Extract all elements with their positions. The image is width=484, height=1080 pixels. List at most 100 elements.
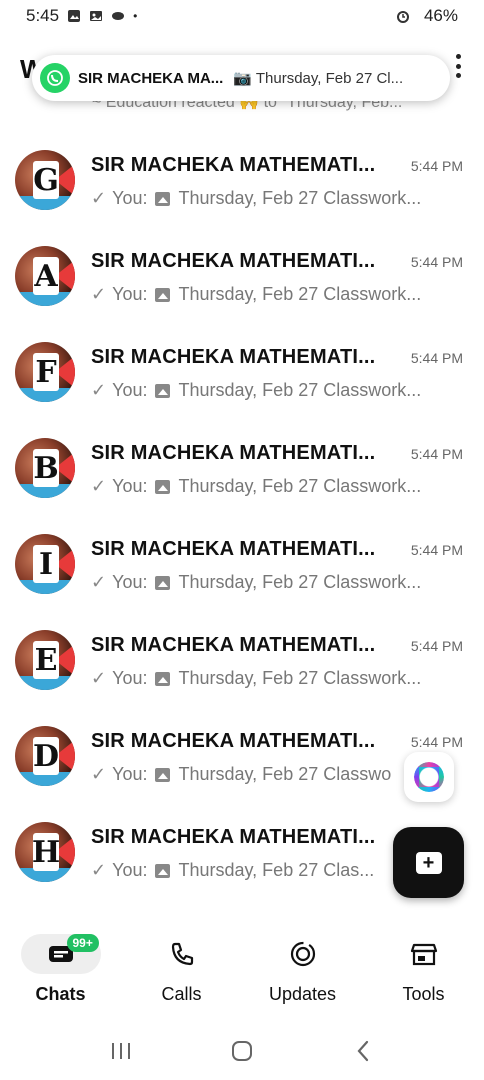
chat-row[interactable]: A SIR MACHEKA MATHEMATI... 5:44 PM ✓ You… — [0, 230, 484, 326]
battery-percent: 46% — [423, 6, 458, 25]
avatar[interactable]: A — [15, 246, 75, 306]
bottom-nav: 99+ Chats Calls Updates Tools — [0, 928, 484, 1018]
back-icon — [357, 1040, 369, 1062]
gallery-icon — [68, 10, 81, 22]
alarm-icon — [396, 11, 409, 23]
preview-text: Thursday, Feb 27 Classwork... — [178, 476, 422, 496]
chat-row[interactable]: F SIR MACHEKA MATHEMATI... 5:44 PM ✓ You… — [0, 326, 484, 422]
sender-label: You: — [112, 284, 148, 304]
store-icon — [410, 943, 437, 966]
avatar-letter: B — [33, 449, 59, 487]
unread-badge: 99+ — [66, 934, 99, 952]
sent-check-icon: ✓ — [91, 284, 107, 304]
sent-check-icon: ✓ — [91, 380, 107, 400]
image-icon — [155, 863, 171, 878]
image-icon — [155, 191, 171, 206]
chat-name: SIR MACHEKA MATHEMATI... — [91, 730, 376, 752]
preview-text: Thursday, Feb 27 Classwork... — [178, 284, 422, 304]
new-chat-button[interactable]: + — [393, 827, 464, 898]
chat-row[interactable]: B SIR MACHEKA MATHEMATI... 5:44 PM ✓ You… — [0, 422, 484, 518]
chat-preview: ✓ You: Thursday, Feb 27 Classwork... — [91, 476, 439, 497]
avatar[interactable]: I — [15, 534, 75, 594]
more-options-icon[interactable] — [454, 54, 462, 78]
avatar[interactable]: G — [15, 150, 75, 210]
image-icon — [155, 671, 171, 686]
meta-ai-icon — [414, 762, 444, 792]
notification-text: 📷 Thursday, Feb 27 Cl... — [233, 70, 404, 87]
chat-name: SIR MACHEKA MATHEMATI... — [91, 538, 376, 560]
preview-text: Thursday, Feb 27 Classwo — [178, 764, 392, 784]
sender-label: You: — [112, 476, 148, 496]
nav-chats[interactable]: 99+ Chats — [0, 928, 121, 1018]
chat-time: 5:44 PM — [410, 350, 463, 366]
image-icon — [155, 575, 171, 590]
avatar-letter: D — [33, 737, 60, 775]
sender-label: You: — [112, 764, 148, 784]
new-chat-icon: + — [415, 851, 442, 874]
chat-preview: ✓ You: Thursday, Feb 27 Classwork... — [91, 572, 439, 593]
chat-name: SIR MACHEKA MATHEMATI... — [91, 826, 376, 848]
status-time: 5:45 — [26, 6, 60, 25]
sender-label: You: — [112, 188, 148, 208]
nav-updates[interactable]: Updates — [242, 928, 363, 1018]
recent-apps-button[interactable] — [101, 1036, 141, 1066]
image-icon — [155, 287, 171, 302]
notification-title: SIR MACHEKA MA... — [78, 69, 224, 87]
chat-row[interactable]: G SIR MACHEKA MATHEMATI... 5:44 PM ✓ You… — [0, 134, 484, 230]
sender-label: You: — [112, 572, 148, 592]
sender-label: You: — [112, 668, 148, 688]
image-icon — [155, 767, 171, 782]
photo-icon — [90, 11, 103, 21]
avatar-letter: E — [33, 641, 59, 679]
nav-label: Tools — [402, 984, 445, 1004]
preview-text: Thursday, Feb 27 Classwork... — [178, 188, 422, 208]
chat-time: 5:44 PM — [410, 446, 463, 462]
chat-preview: ✓ You: Thursday, Feb 27 Classwork... — [91, 188, 439, 209]
home-button[interactable] — [222, 1036, 262, 1066]
avatar[interactable]: E — [15, 630, 75, 690]
sender-label: You: — [112, 860, 148, 880]
chat-name: SIR MACHEKA MATHEMATI... — [91, 634, 376, 656]
nav-tools[interactable]: Tools — [363, 928, 484, 1018]
chat-name: SIR MACHEKA MATHEMATI... — [91, 250, 376, 272]
sent-check-icon: ✓ — [91, 668, 107, 688]
nav-label: Chats — [35, 984, 86, 1004]
status-bar: 5:45 • 46% — [0, 0, 484, 32]
chat-row[interactable]: E SIR MACHEKA MATHEMATI... 5:44 PM ✓ You… — [0, 614, 484, 710]
chat-preview: ✓ You: Thursday, Feb 27 Classwork... — [91, 668, 439, 689]
nav-label: Calls — [161, 984, 202, 1004]
avatar[interactable]: D — [15, 726, 75, 786]
chat-name: SIR MACHEKA MATHEMATI... — [91, 154, 376, 176]
chat-time: 5:44 PM — [410, 638, 463, 654]
preview-text: Thursday, Feb 27 Classwork... — [178, 380, 422, 400]
preview-text: Thursday, Feb 27 Classwork... — [178, 668, 422, 688]
preview-text: Thursday, Feb 27 Classwork... — [178, 572, 422, 592]
avatar[interactable]: F — [15, 342, 75, 402]
whatsapp-icon — [40, 63, 70, 93]
meta-ai-button[interactable] — [404, 752, 454, 802]
sent-check-icon: ✓ — [91, 572, 107, 592]
avatar[interactable]: H — [15, 822, 75, 882]
sender-label: You: — [112, 380, 148, 400]
avatar-letter: G — [33, 161, 59, 199]
home-icon — [231, 1041, 252, 1061]
avatar-letter: A — [33, 257, 59, 295]
avatar[interactable]: B — [15, 438, 75, 498]
chat-name: SIR MACHEKA MATHEMATI... — [91, 346, 376, 368]
more-dot-icon: • — [133, 9, 138, 23]
chat-time: 5:44 PM — [410, 542, 463, 558]
chat-row[interactable]: I SIR MACHEKA MATHEMATI... 5:44 PM ✓ You… — [0, 518, 484, 614]
avatar-letter: H — [31, 833, 61, 871]
heads-up-notification[interactable]: SIR MACHEKA MA... 📷 Thursday, Feb 27 Cl.… — [32, 55, 450, 101]
leaf-icon — [112, 12, 125, 20]
back-button[interactable] — [343, 1036, 383, 1066]
system-nav-bar — [0, 1030, 484, 1072]
avatar-letter: F — [33, 353, 59, 391]
chat-preview: ✓ You: Thursday, Feb 27 Classwo — [91, 764, 439, 785]
chat-preview: ✓ You: Thursday, Feb 27 Clas... — [91, 860, 439, 881]
nav-calls[interactable]: Calls — [121, 928, 242, 1018]
sent-check-icon: ✓ — [91, 764, 107, 784]
sent-check-icon: ✓ — [91, 476, 107, 496]
chat-preview: ✓ You: Thursday, Feb 27 Classwork... — [91, 380, 439, 401]
chat-time: 5:44 PM — [410, 254, 463, 270]
